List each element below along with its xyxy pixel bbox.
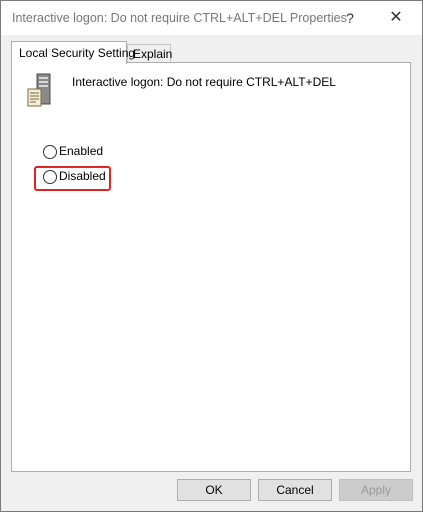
properties-dialog: Interactive logon: Do not require CTRL+A…: [0, 0, 423, 512]
help-button[interactable]: ?: [335, 7, 365, 29]
disabled-label: Disabled: [59, 169, 106, 183]
tab-local-security-setting[interactable]: Local Security Setting: [11, 41, 135, 64]
close-button[interactable]: ✕: [381, 7, 411, 29]
tab-label: Explain: [133, 47, 173, 61]
tab-label: Local Security Setting: [19, 46, 136, 60]
server-policy-icon: [27, 73, 51, 107]
window-title: Interactive logon: Do not require CTRL+A…: [12, 11, 347, 25]
radio-button-disabled[interactable]: [43, 170, 57, 184]
enabled-label: Enabled: [59, 144, 104, 158]
tab-panel: Interactive logon: Do not require CTRL+A…: [11, 62, 411, 472]
ok-button[interactable]: OK: [177, 479, 251, 501]
apply-button[interactable]: Apply: [339, 479, 413, 501]
title-bar[interactable]: Interactive logon: Do not require CTRL+A…: [1, 1, 422, 35]
cancel-button[interactable]: Cancel: [258, 479, 332, 501]
policy-name: Interactive logon: Do not require CTRL+A…: [72, 75, 336, 89]
radio-button-enabled[interactable]: [43, 145, 57, 159]
